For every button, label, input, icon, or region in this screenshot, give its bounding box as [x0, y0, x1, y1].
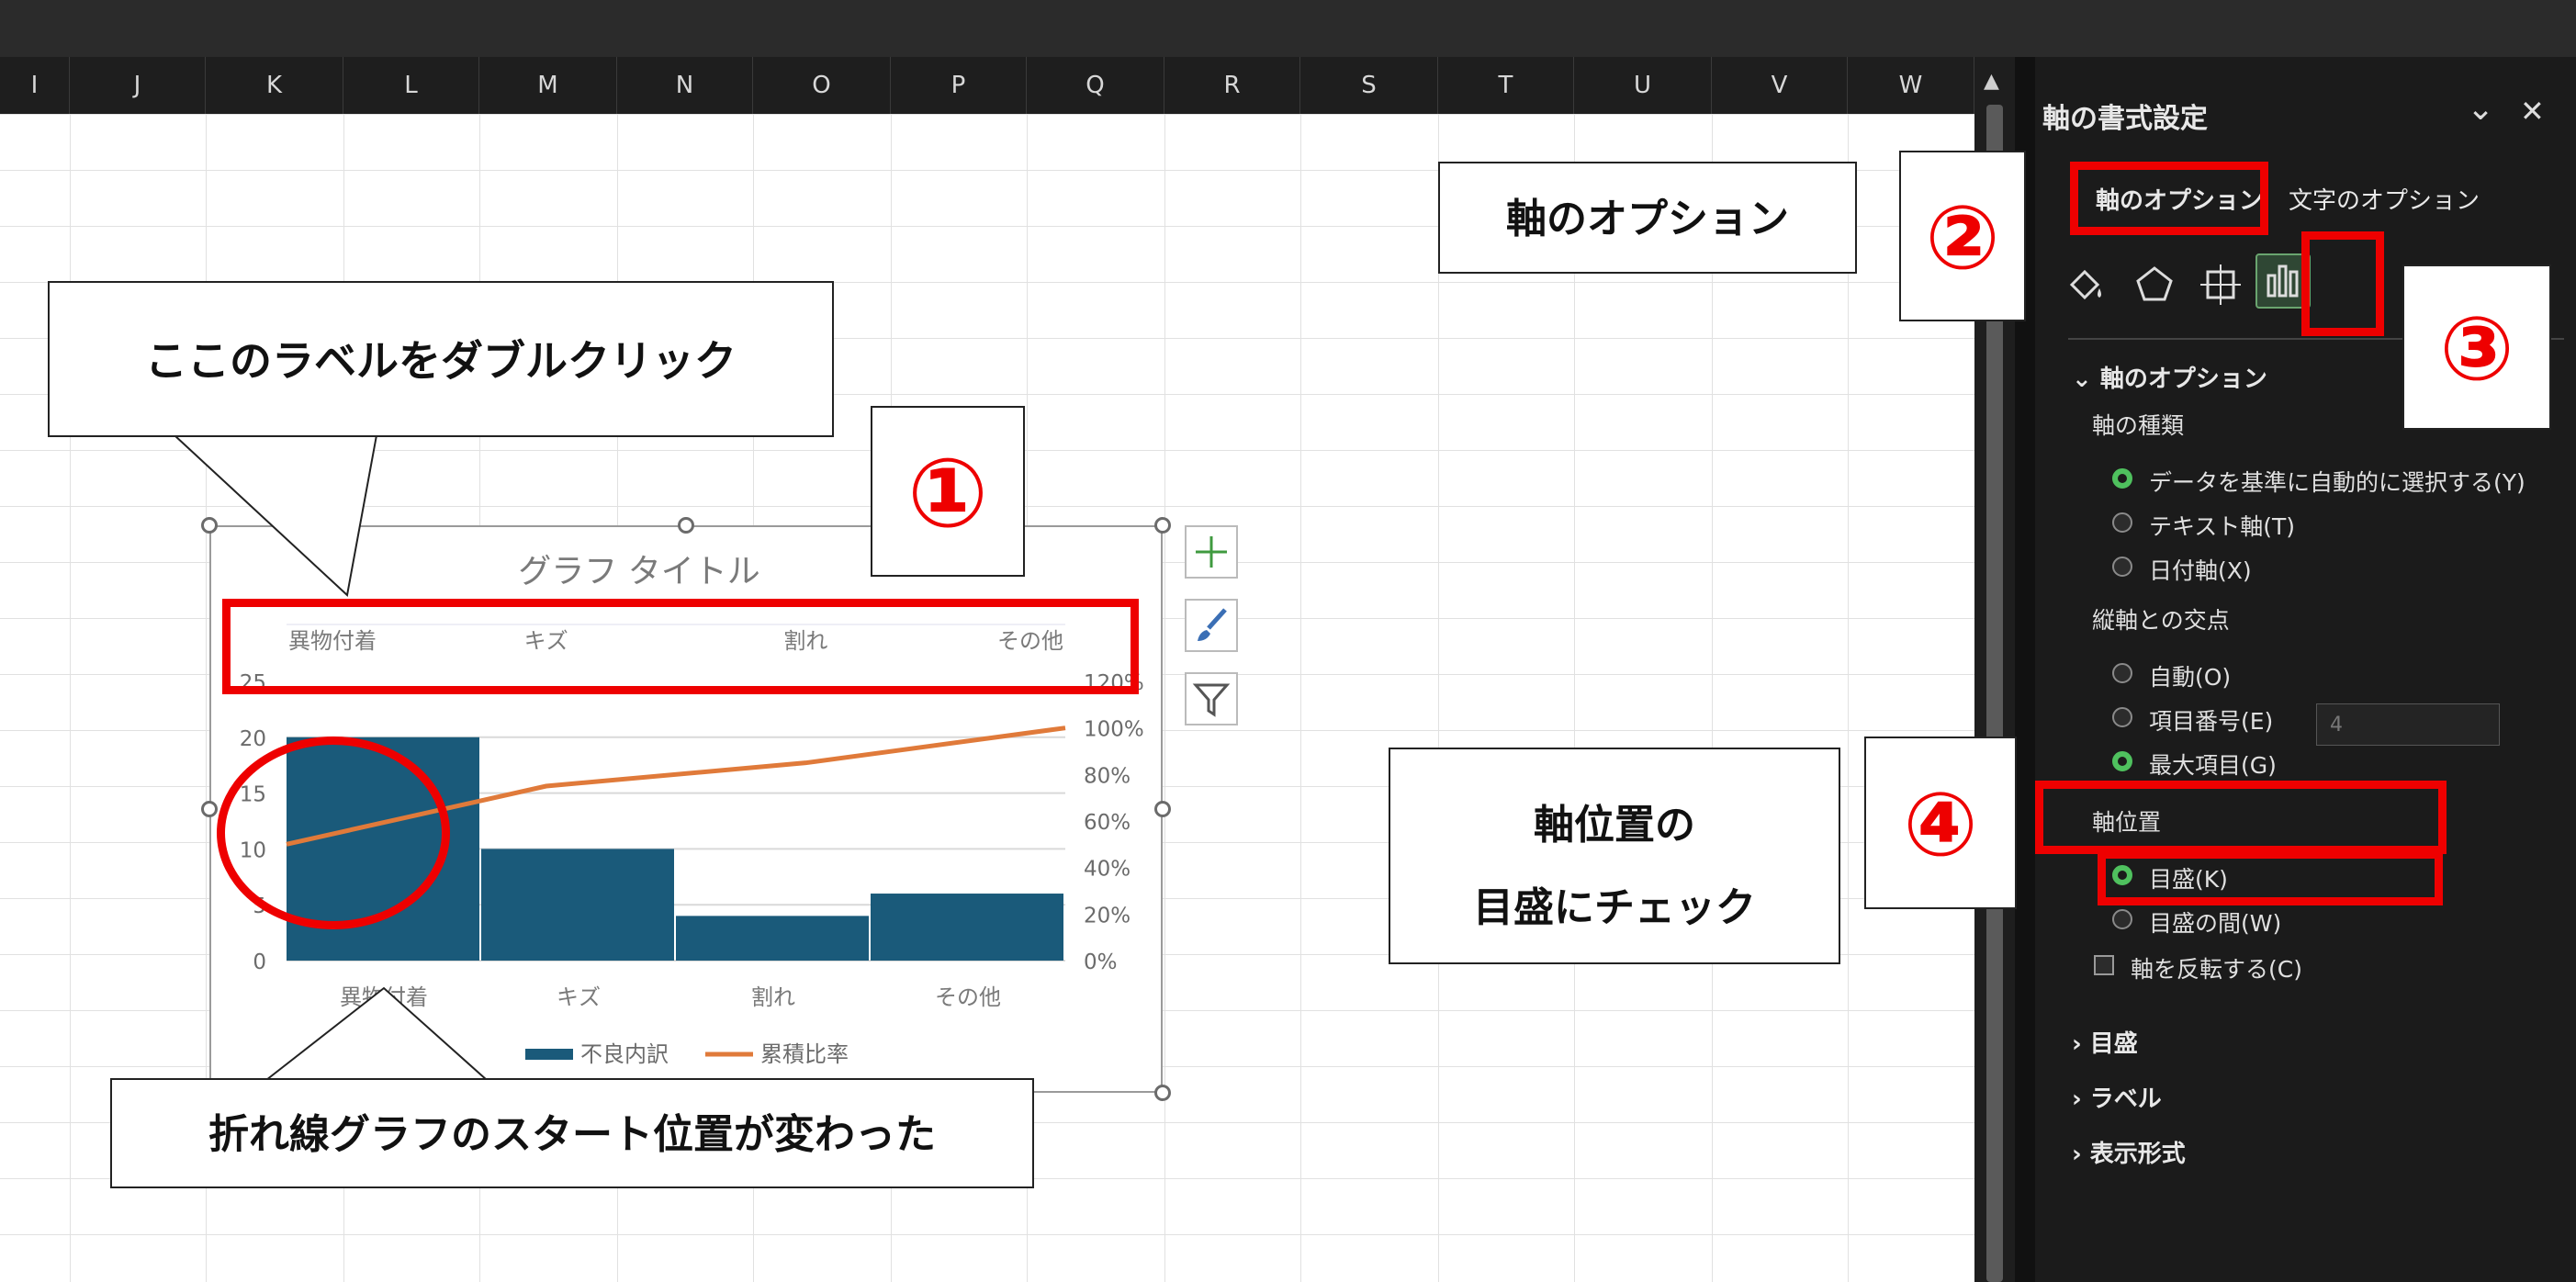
callout-axis-position-line1: 軸位置の: [1534, 802, 1695, 849]
step-3-label: ③: [2402, 264, 2551, 430]
highlight-top-axis-labels: [222, 599, 1139, 694]
highlight-tick-marks-option: [2098, 850, 2443, 905]
step-4-label: ④: [1864, 737, 2017, 909]
callout-line-start: 折れ線グラフのスタート位置が変わった: [110, 1078, 1034, 1188]
step-1-label: ①: [871, 406, 1025, 577]
highlight-axis-position: [2035, 781, 2447, 854]
highlight-line-start-circle: [217, 737, 450, 929]
callout-double-click: ここのラベルをダブルクリック: [48, 281, 834, 437]
callout-axis-options: 軸のオプション: [1438, 162, 1857, 274]
highlight-axis-options-tab: [2070, 162, 2268, 235]
highlight-axis-options-icon: [2301, 231, 2384, 336]
callout-axis-position: 軸位置の 目盛にチェック: [1389, 748, 1840, 964]
callout-axis-position-line2: 目盛にチェック: [1473, 884, 1756, 931]
step-2-label: ②: [1899, 151, 2026, 321]
